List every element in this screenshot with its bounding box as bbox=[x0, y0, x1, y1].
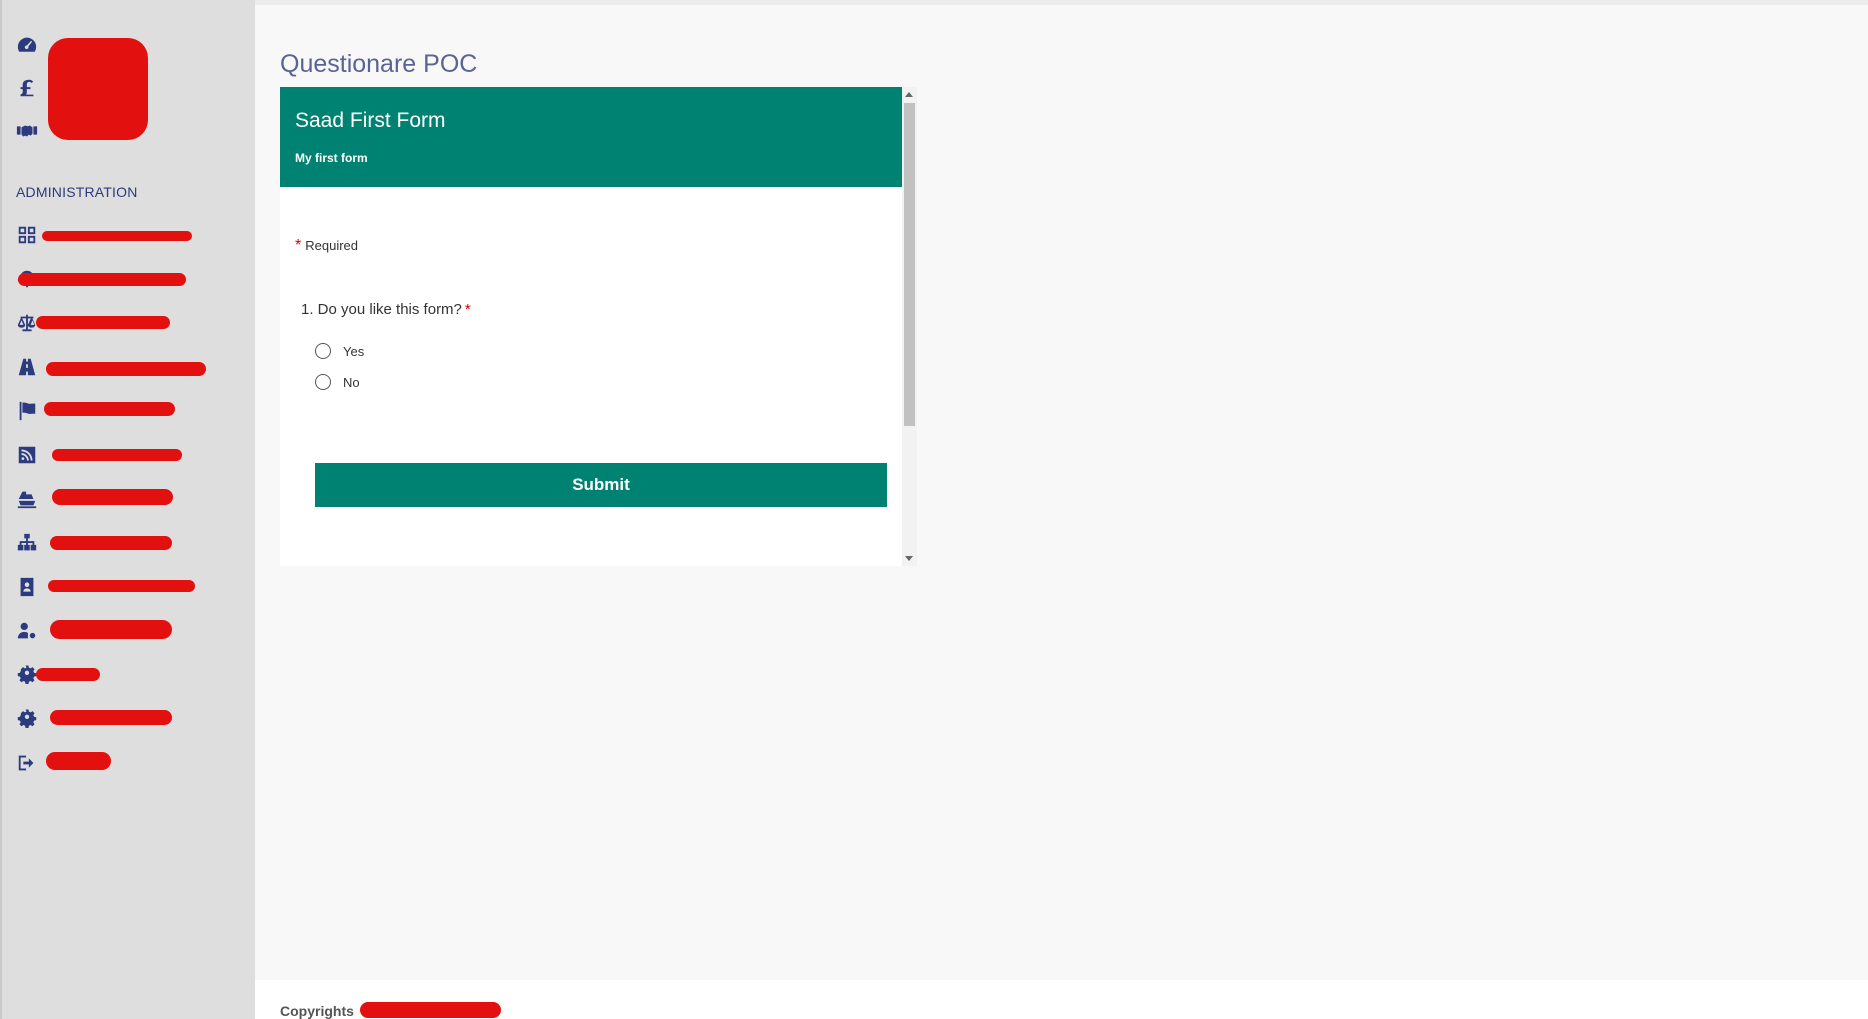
question-text: 1. Do you like this form? bbox=[301, 301, 462, 318]
redacted-logo bbox=[48, 38, 148, 140]
submit-button[interactable]: Submit bbox=[315, 463, 887, 507]
rss-icon[interactable] bbox=[16, 444, 38, 466]
option-label: Yes bbox=[343, 343, 365, 359]
sign-out-icon[interactable] bbox=[16, 752, 38, 774]
scroll-thumb[interactable] bbox=[904, 103, 915, 426]
user-cog-icon[interactable] bbox=[16, 620, 38, 642]
redacted-label bbox=[18, 273, 186, 286]
redacted-label bbox=[50, 536, 172, 550]
form-title: Saad First Form bbox=[295, 109, 446, 132]
pound-icon[interactable] bbox=[16, 77, 38, 99]
flag-icon[interactable] bbox=[16, 400, 38, 422]
redacted-label bbox=[46, 362, 206, 376]
redacted-label bbox=[52, 489, 173, 505]
scroll-up-arrow-icon[interactable] bbox=[905, 92, 913, 97]
top-border bbox=[0, 0, 1868, 5]
grid-icon[interactable] bbox=[16, 224, 38, 246]
scale-icon[interactable] bbox=[16, 312, 38, 334]
form-scrollbar[interactable] bbox=[902, 87, 917, 566]
question-required-star: * bbox=[464, 301, 471, 318]
redacted-label bbox=[42, 231, 192, 241]
form-frame: Saad First Form My first form * Required … bbox=[280, 87, 917, 566]
address-book-icon[interactable] bbox=[16, 576, 38, 598]
sidebar: ADMINISTRATION bbox=[0, 0, 255, 1019]
radio-yes[interactable] bbox=[315, 343, 331, 359]
sitemap-icon[interactable] bbox=[16, 532, 38, 554]
redacted-label bbox=[52, 449, 182, 461]
scroll-down-arrow-icon[interactable] bbox=[905, 556, 913, 561]
redacted-label bbox=[50, 620, 172, 639]
ship-icon[interactable] bbox=[16, 488, 38, 510]
cog-icon[interactable] bbox=[16, 664, 38, 686]
gear-icon[interactable] bbox=[16, 708, 38, 730]
required-star: * bbox=[295, 237, 302, 254]
option-no[interactable]: No bbox=[315, 374, 360, 390]
redacted-copyright-owner bbox=[360, 1002, 501, 1018]
road-icon[interactable] bbox=[16, 356, 38, 378]
admin-heading: ADMINISTRATION bbox=[16, 184, 138, 200]
redacted-label bbox=[36, 668, 100, 681]
required-label: Required bbox=[305, 238, 358, 253]
form-header: Saad First Form My first form bbox=[280, 87, 902, 187]
question-1: 1. Do you like this form? * bbox=[301, 301, 471, 318]
dashboard-icon[interactable] bbox=[16, 34, 38, 56]
redacted-label bbox=[36, 316, 170, 329]
page-title: Questionare POC bbox=[280, 50, 478, 78]
form-description: My first form bbox=[295, 151, 368, 165]
redacted-label bbox=[46, 752, 111, 770]
copyright-label: Copyrights bbox=[280, 1003, 354, 1019]
radio-no[interactable] bbox=[315, 374, 331, 390]
redacted-label bbox=[48, 580, 195, 592]
required-note: * Required bbox=[295, 237, 358, 255]
option-label: No bbox=[343, 374, 360, 390]
handshake-icon[interactable] bbox=[16, 120, 38, 142]
footer: Copyrights bbox=[255, 980, 1868, 1019]
option-yes[interactable]: Yes bbox=[315, 343, 364, 359]
redacted-label bbox=[44, 402, 175, 416]
redacted-label bbox=[50, 710, 172, 725]
